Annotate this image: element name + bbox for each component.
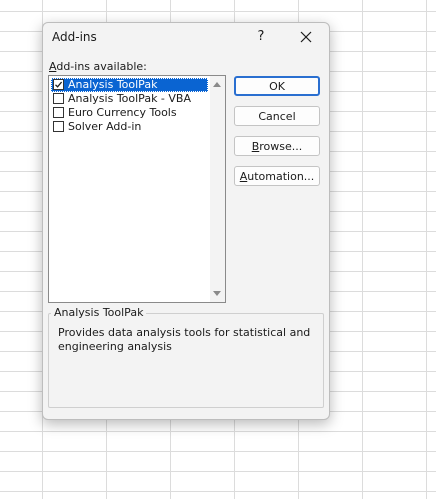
list-item-euro-currency-tools[interactable]: Euro Currency Tools [51,106,208,120]
list-item-label: Analysis ToolPak [68,78,158,91]
cancel-button[interactable]: Cancel [234,106,320,126]
list-item-analysis-toolpak[interactable]: Analysis ToolPak [51,78,208,92]
close-icon [300,31,312,43]
dialog-title: Add-ins [52,30,97,44]
list-item-solver-add-in[interactable]: Solver Add-in [51,120,208,134]
browse-button[interactable]: Browse... [234,136,320,156]
list-item-label: Solver Add-in [68,120,142,133]
description-text: Provides data analysis tools for statist… [58,326,311,353]
ok-button[interactable]: OK [234,76,320,96]
add-ins-listbox[interactable]: Analysis ToolPak Analysis ToolPak - VBA … [48,75,226,303]
close-button[interactable] [293,23,319,51]
checkbox-euro-currency-tools[interactable] [53,107,64,118]
description-title: Analysis ToolPak [51,306,147,319]
listbox-scrollbar[interactable] [210,76,225,302]
help-button[interactable]: ? [250,23,272,51]
add-ins-available-label: Add-ins available: [49,60,147,73]
automation-label: utomation... [247,170,315,183]
list-item-label: Analysis ToolPak - VBA [68,92,191,105]
automation-button[interactable]: Automation... [234,166,320,186]
add-ins-dialog: Add-ins ? Add-ins available: Analysis To… [42,22,330,420]
browse-label: rowse... [259,140,303,153]
add-ins-label-text: dd-ins available: [56,60,147,73]
list-item-label: Euro Currency Tools [68,106,177,119]
checkbox-analysis-toolpak-vba[interactable] [53,93,64,104]
checkmark-icon [55,81,63,88]
scroll-up-arrow-icon[interactable] [213,82,221,87]
checkbox-solver-add-in[interactable] [53,121,64,132]
list-item-analysis-toolpak-vba[interactable]: Analysis ToolPak - VBA [51,92,208,106]
scroll-down-arrow-icon[interactable] [213,291,221,296]
checkbox-analysis-toolpak[interactable] [53,79,64,90]
